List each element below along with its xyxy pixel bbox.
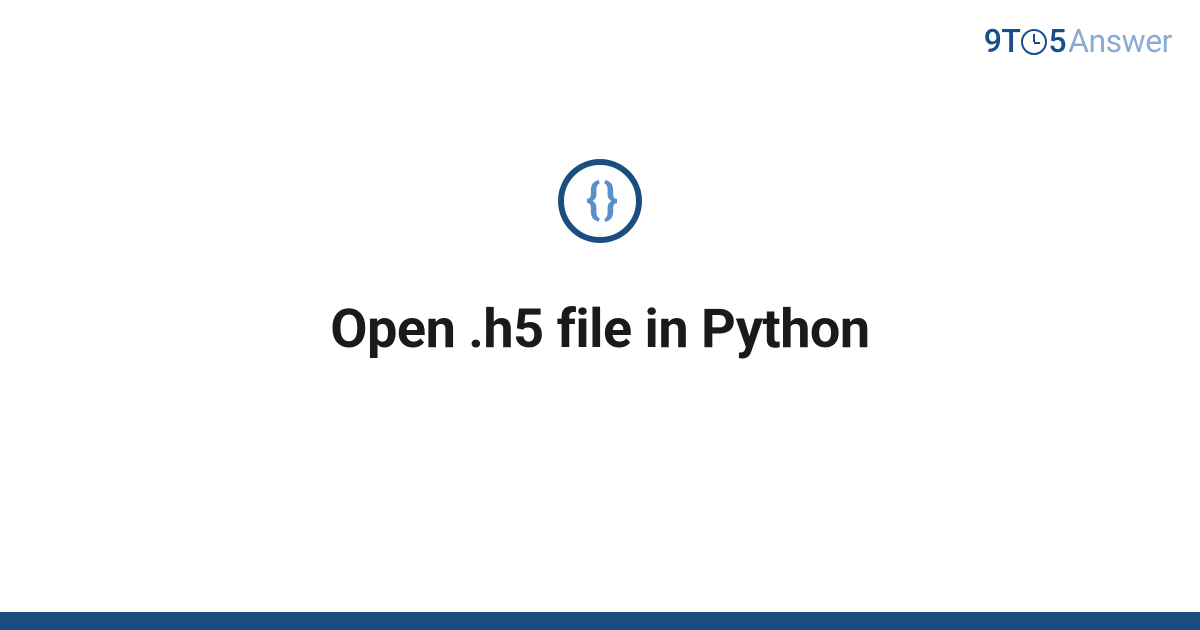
code-badge-icon: { } xyxy=(558,159,642,243)
braces-icon: { } xyxy=(586,177,614,221)
page-title: Open .h5 file in Python xyxy=(330,298,869,361)
footer-accent-bar xyxy=(0,612,1200,630)
main-content: { } Open .h5 file in Python xyxy=(0,0,1200,630)
